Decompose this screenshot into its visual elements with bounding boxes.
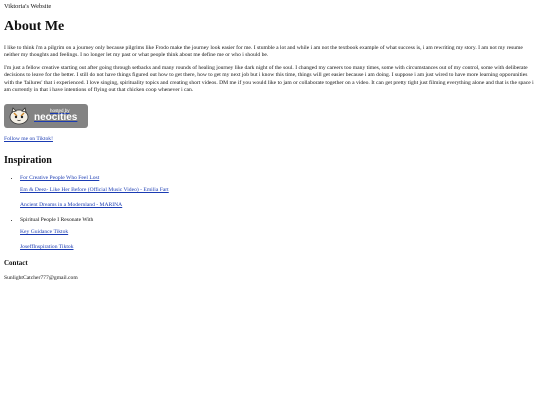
- site-title: Viktoria's Website: [4, 3, 52, 10]
- contact-heading: Contact: [4, 259, 28, 268]
- key-guidance-tiktok-link[interactable]: Key Guidance Tiktok: [20, 229, 68, 235]
- inspiration-list: For Creative People Who Feel Lost: [4, 175, 536, 181]
- joseff-inspiration-tiktok-link[interactable]: JoseffInspiration Tiktok: [20, 244, 74, 250]
- page: Viktoria's Website About Me I like to th…: [0, 0, 540, 285]
- about-paragraph-1: I like to think i'm a pilgrim on a journ…: [4, 45, 523, 59]
- badge-big-text: neocities: [34, 112, 78, 124]
- tiktok-link[interactable]: Follow me on Tiktok!: [4, 136, 53, 142]
- marina-link[interactable]: Ancient Dreams in a Modernland - MARINA: [20, 202, 122, 208]
- inspiration-item-spiritual: Spiritual People I Resonate With: [20, 217, 536, 223]
- emilia-fart-video-link[interactable]: Em & Deez- Like Her Before (Official Mus…: [20, 187, 169, 193]
- neocities-cat-icon: [9, 107, 29, 125]
- about-heading: About Me: [4, 19, 65, 34]
- inspiration-heading: Inspiration: [4, 155, 52, 167]
- contact-email: SunlightCatcher777@gmail.com: [4, 275, 78, 282]
- inspiration-item-creative: For Creative People Who Feel Lost: [20, 175, 536, 181]
- creative-people-link[interactable]: For Creative People Who Feel Lost: [20, 175, 99, 181]
- neocities-badge[interactable]: hosted by neocities: [4, 103, 88, 128]
- inspiration-list-2: Spiritual People I Resonate With: [4, 217, 536, 223]
- about-paragraph-2: I'm just a fellow creative starting out …: [4, 65, 534, 93]
